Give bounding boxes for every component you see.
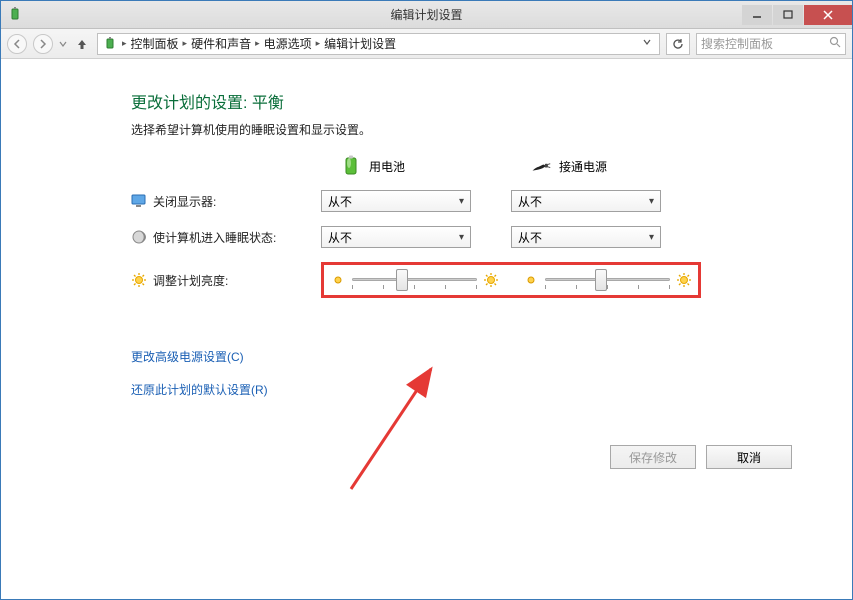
chevron-down-icon: ▾ (649, 232, 654, 243)
chevron-right-icon: ▸ (122, 38, 127, 49)
dropdown-display-battery[interactable]: 从不 ▾ (321, 190, 471, 212)
brightness-highlight-box (321, 262, 701, 298)
chevron-right-icon: ▸ (183, 38, 188, 49)
column-header-plugged: 接通电源 (511, 156, 701, 176)
battery-icon (341, 156, 361, 176)
maximize-button[interactable] (773, 5, 803, 25)
brightness-slider-plugged (523, 271, 692, 289)
brightness-slider-battery (330, 271, 499, 289)
content-area: 更改计划的设置: 平衡 选择希望计算机使用的睡眠设置和显示设置。 用电池 接通电… (1, 59, 852, 599)
dropdown-value: 从不 (518, 193, 542, 210)
dropdown-sleep-battery[interactable]: 从不 ▾ (321, 226, 471, 248)
search-placeholder: 搜索控制面板 (701, 35, 773, 52)
row-label-text: 使计算机进入睡眠状态: (153, 229, 276, 246)
row-label-display-off: 关闭显示器: (131, 193, 321, 210)
chevron-down-icon: ▾ (459, 232, 464, 243)
links-section: 更改高级电源设置(C) 还原此计划的默认设置(R) (131, 348, 792, 398)
plug-icon (531, 156, 551, 176)
search-icon (829, 36, 841, 51)
breadcrumb-item[interactable]: 控制面板 ▸ (131, 35, 188, 52)
slider-battery[interactable] (352, 271, 477, 289)
settings-grid: 用电池 接通电源 关闭显示器: 从不 ▾ 从不 ▾ (131, 156, 792, 298)
breadcrumb-item[interactable]: 电源选项 ▸ (264, 35, 321, 52)
chevron-right-icon: ▸ (255, 38, 260, 49)
breadcrumb-label: 编辑计划设置 (324, 35, 396, 52)
address-bar[interactable]: ▸ 控制面板▸ 硬件和声音▸ 电源选项▸ 编辑计划设置 (97, 33, 660, 55)
dropdown-value: 从不 (328, 229, 352, 246)
dropdown-value: 从不 (518, 229, 542, 246)
breadcrumb-item[interactable]: 硬件和声音 ▸ (191, 35, 260, 52)
link-restore-defaults[interactable]: 还原此计划的默认设置(R) (131, 381, 792, 398)
forward-button[interactable] (33, 34, 53, 54)
refresh-button[interactable] (666, 33, 690, 55)
breadcrumb-label: 电源选项 (264, 35, 312, 52)
footer-buttons: 保存修改 取消 (610, 445, 792, 469)
page-subtitle: 选择希望计算机使用的睡眠设置和显示设置。 (131, 121, 792, 138)
row-label-brightness: 调整计划亮度: (131, 272, 321, 289)
dropdown-sleep-plugged[interactable]: 从不 ▾ (511, 226, 661, 248)
sun-icon (131, 272, 147, 288)
column-header-battery: 用电池 (321, 156, 511, 176)
link-advanced-settings[interactable]: 更改高级电源设置(C) (131, 348, 792, 365)
history-dropdown[interactable] (59, 37, 67, 51)
column-label: 用电池 (369, 158, 405, 175)
column-label: 接通电源 (559, 158, 607, 175)
dim-sun-icon (523, 272, 539, 288)
title-bar: 编辑计划设置 (1, 1, 852, 29)
slider-thumb[interactable] (595, 269, 607, 291)
chevron-down-icon: ▾ (649, 196, 654, 207)
breadcrumb-item[interactable]: 编辑计划设置 (324, 35, 396, 52)
bright-sun-icon (676, 272, 692, 288)
page-title: 更改计划的设置: 平衡 (131, 89, 792, 113)
app-icon (7, 7, 23, 23)
slider-thumb[interactable] (396, 269, 408, 291)
dropdown-display-plugged[interactable]: 从不 ▾ (511, 190, 661, 212)
minimize-button[interactable] (742, 5, 772, 25)
breadcrumb-label: 硬件和声音 (191, 35, 251, 52)
cancel-button[interactable]: 取消 (706, 445, 792, 469)
breadcrumb-label: 控制面板 (131, 35, 179, 52)
monitor-icon (131, 193, 147, 209)
slider-plugged[interactable] (545, 271, 670, 289)
dim-sun-icon (330, 272, 346, 288)
moon-icon (131, 229, 147, 245)
chevron-right-icon: ▸ (316, 38, 321, 49)
save-button[interactable]: 保存修改 (610, 445, 696, 469)
row-label-sleep: 使计算机进入睡眠状态: (131, 229, 321, 246)
chevron-down-icon: ▾ (459, 196, 464, 207)
nav-bar: ▸ 控制面板▸ 硬件和声音▸ 电源选项▸ 编辑计划设置 搜索控制面板 (1, 29, 852, 59)
address-dropdown[interactable] (639, 38, 655, 49)
window-title: 编辑计划设置 (1, 6, 852, 23)
up-button[interactable] (73, 34, 91, 54)
search-input[interactable]: 搜索控制面板 (696, 33, 846, 55)
close-button[interactable] (804, 5, 852, 25)
bright-sun-icon (483, 272, 499, 288)
window-buttons (742, 5, 852, 25)
back-button[interactable] (7, 34, 27, 54)
row-label-text: 调整计划亮度: (153, 272, 228, 289)
row-label-text: 关闭显示器: (153, 193, 216, 210)
dropdown-value: 从不 (328, 193, 352, 210)
power-icon (102, 36, 118, 52)
